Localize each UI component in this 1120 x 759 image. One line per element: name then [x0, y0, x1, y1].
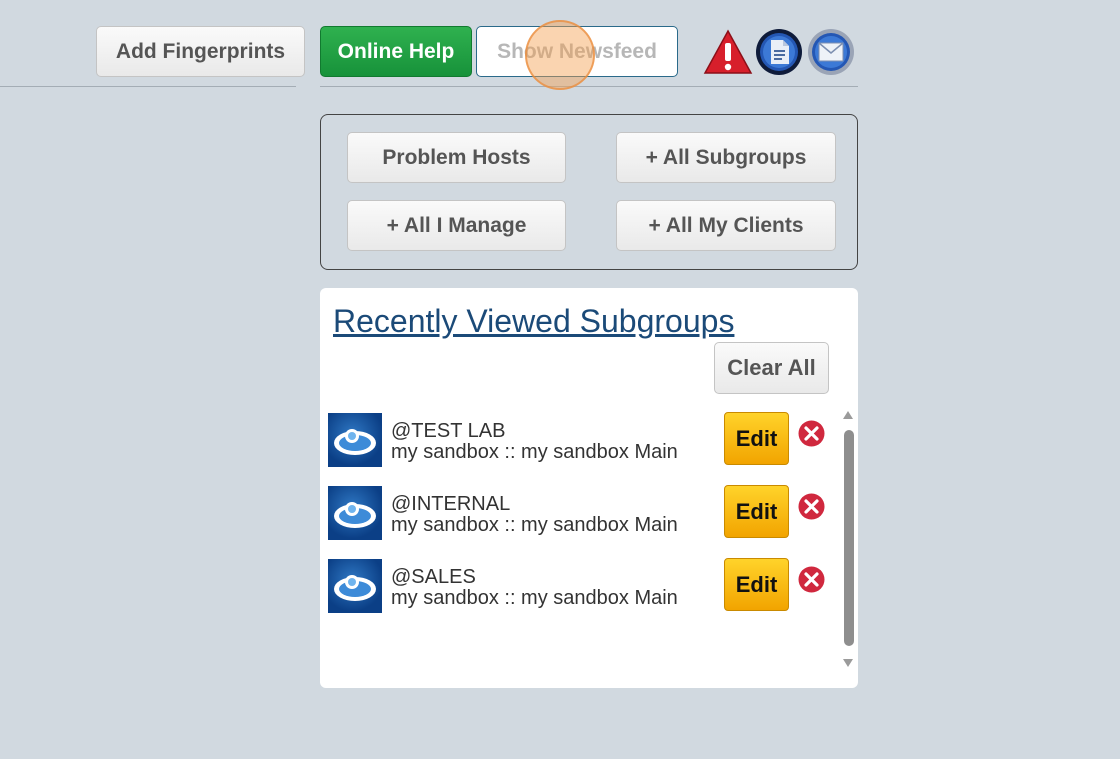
cloud-icon — [328, 486, 382, 540]
cloud-icon — [328, 559, 382, 613]
remove-icon[interactable] — [798, 420, 825, 447]
cloud-icon — [328, 413, 382, 467]
remove-icon[interactable] — [798, 566, 825, 593]
all-my-clients-button[interactable]: + All My Clients — [616, 200, 836, 251]
edit-button[interactable]: Edit — [724, 558, 789, 611]
edit-button[interactable]: Edit — [724, 412, 789, 465]
scroll-up-icon[interactable] — [842, 410, 854, 420]
mail-icon[interactable] — [806, 27, 856, 77]
problem-hosts-button[interactable]: Problem Hosts — [347, 132, 566, 183]
recently-viewed-title-link[interactable]: Recently Viewed Subgroups — [333, 303, 734, 340]
subgroup-row[interactable]: @TEST LAB my sandbox :: my sandbox Main … — [328, 412, 825, 469]
left-divider — [0, 86, 296, 87]
subgroup-name: @TEST LAB — [391, 420, 506, 442]
remove-icon[interactable] — [798, 493, 825, 520]
scrollbar-thumb[interactable] — [844, 430, 854, 646]
document-icon[interactable] — [754, 27, 804, 77]
subgroup-name: @INTERNAL — [391, 493, 511, 515]
add-fingerprints-button[interactable]: Add Fingerprints — [96, 26, 305, 77]
alert-icon[interactable] — [703, 27, 753, 77]
edit-button[interactable]: Edit — [724, 485, 789, 538]
subgroup-name: @SALES — [391, 566, 476, 588]
show-newsfeed-button[interactable]: Show Newsfeed — [476, 26, 678, 77]
scroll-down-icon[interactable] — [842, 658, 854, 668]
clear-all-button[interactable]: Clear All — [714, 342, 829, 394]
all-subgroups-button[interactable]: + All Subgroups — [616, 132, 836, 183]
subgroup-path: my sandbox :: my sandbox Main — [391, 514, 678, 536]
subgroup-path: my sandbox :: my sandbox Main — [391, 587, 678, 609]
subgroup-row[interactable]: @INTERNAL my sandbox :: my sandbox Main … — [328, 485, 825, 542]
right-divider — [320, 86, 858, 87]
subgroup-row[interactable]: @SALES my sandbox :: my sandbox Main Edi… — [328, 558, 825, 615]
all-i-manage-button[interactable]: + All I Manage — [347, 200, 566, 251]
online-help-button[interactable]: Online Help — [320, 26, 472, 77]
subgroup-path: my sandbox :: my sandbox Main — [391, 441, 678, 463]
